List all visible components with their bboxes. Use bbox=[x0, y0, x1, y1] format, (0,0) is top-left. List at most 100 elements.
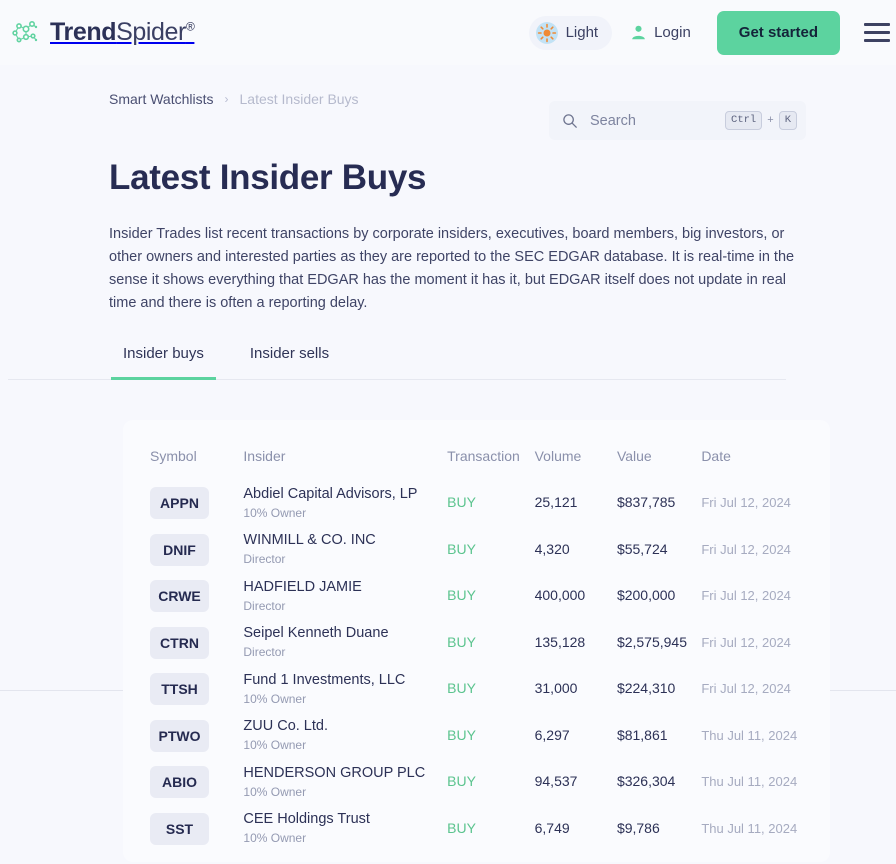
trade-date: Fri Jul 12, 2024 bbox=[701, 495, 791, 511]
insider-name: Seipel Kenneth Duane bbox=[243, 625, 389, 642]
table-row[interactable]: CRWE HADFIELD JAMIE Director BUY 400,000 $200… bbox=[123, 573, 830, 620]
insider-role: 10% Owner bbox=[243, 691, 307, 706]
cell-symbol: ABIO bbox=[123, 759, 243, 806]
tab-insider-buys[interactable]: Insider buys bbox=[111, 337, 216, 380]
tab-insider-sells[interactable]: Insider sells bbox=[238, 337, 341, 380]
search-shortcut-hint: Ctrl + K bbox=[725, 110, 797, 131]
cell-value: $9,786 bbox=[617, 806, 701, 853]
hamburger-line-3 bbox=[864, 39, 890, 42]
get-started-button[interactable]: Get started bbox=[716, 10, 840, 55]
insider-trades-table: Symbol Insider Transaction Volume Value … bbox=[123, 420, 830, 852]
transaction-type: BUY bbox=[447, 726, 476, 743]
symbol-badge[interactable]: PTWO bbox=[150, 719, 209, 752]
cell-insider: Fund 1 Investments, LLC 10% Owner bbox=[243, 666, 447, 713]
cell-transaction: BUY bbox=[447, 573, 534, 620]
hamburger-menu-icon[interactable] bbox=[864, 23, 890, 42]
insider-name: HENDERSON GROUP PLC bbox=[243, 764, 426, 781]
table-row[interactable]: APPN Abdiel Capital Advisors, LP 10% Owner… bbox=[123, 480, 830, 527]
transaction-type: BUY bbox=[447, 540, 476, 557]
table-header-row: Symbol Insider Transaction Volume Value … bbox=[123, 420, 830, 480]
insider-role: 10% Owner bbox=[243, 505, 307, 520]
trade-date: Fri Jul 12, 2024 bbox=[701, 681, 791, 697]
cell-insider: Abdiel Capital Advisors, LP 10% Owner bbox=[243, 480, 447, 527]
cell-value: $81,861 bbox=[617, 713, 701, 760]
cell-insider: Seipel Kenneth Duane Director bbox=[243, 620, 447, 667]
table-row[interactable]: PTWO ZUU Co. Ltd. 10% Owner BUY 6,297 $81,861… bbox=[123, 713, 830, 760]
cell-volume: 31,000 bbox=[535, 666, 617, 713]
table-row[interactable]: DNIF WINMILL & CO. INC Director BUY 4,320 $55… bbox=[123, 527, 830, 574]
spider-web-icon bbox=[12, 20, 38, 42]
trade-date: Fri Jul 12, 2024 bbox=[701, 588, 791, 604]
page-title: Latest Insider Buys bbox=[109, 158, 427, 197]
cell-value: $224,310 bbox=[617, 666, 701, 713]
search-icon bbox=[563, 113, 577, 128]
cell-transaction: BUY bbox=[447, 666, 534, 713]
search-box[interactable]: Ctrl + K bbox=[549, 101, 806, 140]
registered-mark: ® bbox=[185, 19, 195, 34]
column-header-transaction[interactable]: Transaction bbox=[447, 420, 534, 480]
logo-link[interactable]: TrendSpider® bbox=[10, 16, 195, 50]
transaction-type: BUY bbox=[447, 587, 476, 604]
symbol-badge[interactable]: TTSH bbox=[150, 673, 209, 706]
insider-role: Director bbox=[243, 645, 286, 660]
symbol-badge[interactable]: DNIF bbox=[150, 533, 209, 566]
column-header-value[interactable]: Value bbox=[617, 420, 701, 480]
cell-value: $2,575,945 bbox=[617, 620, 701, 667]
trade-date: Thu Jul 11, 2024 bbox=[701, 727, 798, 743]
insider-name: WINMILL & CO. INC bbox=[243, 532, 376, 549]
cell-date: Fri Jul 12, 2024 bbox=[701, 480, 830, 527]
search-input[interactable] bbox=[590, 112, 726, 129]
volume-value: 6,297 bbox=[534, 726, 570, 743]
cell-insider: CEE Holdings Trust 10% Owner bbox=[243, 806, 447, 853]
column-header-insider[interactable]: Insider bbox=[243, 420, 447, 480]
transaction-type: BUY bbox=[447, 680, 476, 697]
shortcut-key-ctrl: Ctrl bbox=[725, 110, 763, 131]
chevron-right-icon: › bbox=[224, 92, 229, 106]
transaction-type: BUY bbox=[447, 773, 476, 790]
trade-date: Fri Jul 12, 2024 bbox=[701, 634, 791, 650]
cell-value: $837,785 bbox=[617, 480, 701, 527]
cell-value: $200,000 bbox=[617, 573, 701, 620]
volume-value: 94,537 bbox=[534, 773, 578, 790]
breadcrumb-parent-link[interactable]: Smart Watchlists bbox=[109, 91, 214, 107]
table-row[interactable]: SST CEE Holdings Trust 10% Owner BUY 6,749 $9… bbox=[123, 806, 830, 853]
column-header-date[interactable]: Date bbox=[701, 420, 830, 480]
column-header-volume[interactable]: Volume bbox=[535, 420, 617, 480]
site-header: TrendSpider® Light Login Get started bbox=[0, 0, 896, 65]
trade-date: Fri Jul 12, 2024 bbox=[701, 541, 791, 557]
insider-trades-table-card: Symbol Insider Transaction Volume Value … bbox=[123, 420, 830, 862]
theme-toggle-light[interactable]: Light bbox=[528, 15, 613, 50]
cell-symbol: CRWE bbox=[123, 573, 243, 620]
column-header-symbol[interactable]: Symbol bbox=[123, 420, 243, 480]
table-row[interactable]: CTRN Seipel Kenneth Duane Director BUY 135,1… bbox=[123, 620, 830, 667]
login-link[interactable]: Login bbox=[630, 24, 691, 41]
cell-symbol: SST bbox=[123, 806, 243, 853]
shortcut-plus: + bbox=[767, 114, 774, 127]
cell-volume: 4,320 bbox=[535, 527, 617, 574]
cell-volume: 25,121 bbox=[535, 480, 617, 527]
symbol-badge[interactable]: CRWE bbox=[150, 580, 209, 613]
symbol-badge[interactable]: ABIO bbox=[150, 766, 209, 799]
cell-date: Thu Jul 11, 2024 bbox=[701, 806, 830, 853]
trade-value: $9,786 bbox=[616, 819, 660, 836]
symbol-badge[interactable]: APPN bbox=[150, 487, 209, 520]
trade-value: $326,304 bbox=[616, 773, 676, 790]
cell-symbol: TTSH bbox=[123, 666, 243, 713]
login-label: Login bbox=[654, 24, 691, 41]
cell-date: Fri Jul 12, 2024 bbox=[701, 527, 830, 574]
cell-symbol: PTWO bbox=[123, 713, 243, 760]
table-row[interactable]: TTSH Fund 1 Investments, LLC 10% Owner BUY 3… bbox=[123, 666, 830, 713]
cell-insider: ZUU Co. Ltd. 10% Owner bbox=[243, 713, 447, 760]
table-row[interactable]: ABIO HENDERSON GROUP PLC 10% Owner BUY 94,53… bbox=[123, 759, 830, 806]
symbol-badge[interactable]: CTRN bbox=[150, 626, 209, 659]
trade-date: Thu Jul 11, 2024 bbox=[701, 820, 798, 836]
cell-value: $326,304 bbox=[617, 759, 701, 806]
trade-value: $224,310 bbox=[616, 680, 676, 697]
table-body: APPN Abdiel Capital Advisors, LP 10% Owner… bbox=[123, 480, 830, 852]
trade-date: Thu Jul 11, 2024 bbox=[701, 774, 798, 790]
tab-bar: Insider buys Insider sells bbox=[8, 337, 786, 380]
trade-value: $200,000 bbox=[616, 587, 676, 604]
transaction-type: BUY bbox=[447, 494, 476, 511]
symbol-badge[interactable]: SST bbox=[150, 812, 209, 845]
insider-role: 10% Owner bbox=[243, 784, 307, 799]
